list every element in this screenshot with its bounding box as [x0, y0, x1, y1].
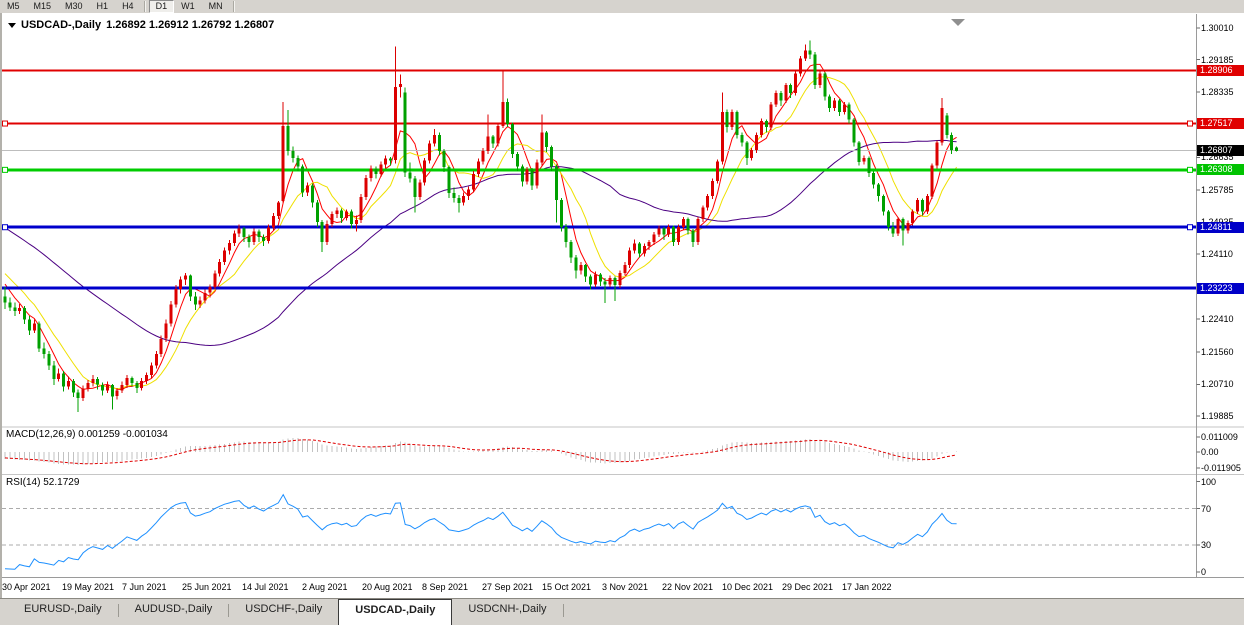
toolbar-separator [144, 1, 146, 12]
price-tick-label: 30 [1201, 540, 1211, 550]
line-handle [3, 121, 8, 126]
date-label: 10 Dec 2021 [722, 582, 773, 592]
chart-shift-marker-icon[interactable] [951, 19, 965, 26]
timeframe-button-mn[interactable]: MN [202, 1, 230, 13]
timeframe-button-m30[interactable]: M30 [58, 1, 90, 13]
date-label: 3 Nov 2021 [602, 582, 648, 592]
date-label: 15 Oct 2021 [542, 582, 591, 592]
price-tick-label: 1.28335 [1201, 87, 1234, 97]
price-tick-label: 0.00 [1201, 447, 1219, 457]
price-badge-1.26308: 1.26308 [1197, 164, 1244, 175]
price-tick-label: 100 [1201, 477, 1216, 487]
timeframe-button-m15[interactable]: M15 [27, 1, 59, 13]
chart-symbol-label: USDCAD-,Daily [21, 19, 101, 31]
price-chart-canvas[interactable] [0, 13, 1244, 598]
price-tick-label: 1.20710 [1201, 379, 1234, 389]
tab-eurusd[interactable]: EURUSD-,Daily [8, 599, 118, 622]
date-label: 17 Jan 2022 [842, 582, 892, 592]
price-tick-label: 1.21560 [1201, 347, 1234, 357]
tab-usdcnh[interactable]: USDCNH-,Daily [452, 599, 562, 622]
chart-ohlc-values: 1.26892 1.26912 1.26792 1.26807 [106, 19, 274, 31]
price-badge-1.26807: 1.26807 [1197, 145, 1244, 156]
price-badge-1.27517: 1.27517 [1197, 118, 1244, 129]
timeframe-button-h4[interactable]: H4 [115, 1, 141, 13]
price-tick-label: -0.011905 [1201, 463, 1241, 473]
date-label: 20 Aug 2021 [362, 582, 413, 592]
rsi-indicator-label: RSI(14) 52.1729 [6, 477, 79, 488]
line-handle [1188, 121, 1193, 126]
price-tick-label: 70 [1201, 504, 1211, 514]
price-badge-1.23223: 1.23223 [1197, 283, 1244, 294]
timeframe-button-d1[interactable]: D1 [149, 0, 175, 13]
date-label: 19 May 2021 [62, 582, 114, 592]
chart-tab-bar: EURUSD-,DailyAUDUSD-,DailyUSDCHF-,DailyU… [0, 598, 1244, 625]
mt4-terminal: M5M15M30H1H4 D1W1MN USDCAD-,Daily 1.26892… [0, 0, 1244, 625]
price-tick-label: 1.24110 [1201, 249, 1233, 259]
date-label: 7 Jun 2021 [122, 582, 167, 592]
macd-histogram [5, 438, 957, 465]
price-tick-label: 0 [1201, 567, 1206, 577]
line-handle [3, 167, 8, 172]
price-tick-label: 1.19885 [1201, 411, 1234, 421]
date-label: 22 Nov 2021 [662, 582, 713, 592]
price-tick-label: 1.30010 [1201, 23, 1234, 33]
date-label: 8 Sep 2021 [422, 582, 468, 592]
date-label: 29 Dec 2021 [782, 582, 833, 592]
tab-audusd[interactable]: AUDUSD-,Daily [119, 599, 229, 622]
timeframe-button-w1[interactable]: W1 [174, 1, 202, 13]
line-handle [1188, 225, 1193, 230]
macd-indicator-label: MACD(12,26,9) 0.001259 -0.001034 [6, 429, 168, 440]
timeframe-button-m5[interactable]: M5 [0, 1, 27, 13]
price-badge-1.28906: 1.28906 [1197, 65, 1244, 76]
tab-usdcad[interactable]: USDCAD-,Daily [338, 599, 452, 625]
date-label: 30 Apr 2021 [2, 582, 51, 592]
price-tick-label: 1.25785 [1201, 185, 1234, 195]
line-handle [1188, 167, 1193, 172]
date-label: 14 Jul 2021 [242, 582, 289, 592]
line-handle [3, 225, 8, 230]
price-badge-1.24811: 1.24811 [1197, 222, 1244, 233]
macd-signal-line [5, 440, 957, 464]
timeframe-button-h1[interactable]: H1 [90, 1, 116, 13]
date-label: 2 Aug 2021 [302, 582, 348, 592]
tab-usdchf[interactable]: USDCHF-,Daily [229, 599, 338, 622]
timeframe-toolbar: M5M15M30H1H4 D1W1MN [0, 0, 1244, 14]
tab-separator [563, 604, 564, 617]
rsi-line [5, 495, 957, 570]
price-tick-label: 0.011009 [1201, 432, 1238, 442]
date-label: 27 Sep 2021 [482, 582, 533, 592]
price-tick-label: 1.22410 [1201, 314, 1234, 324]
toolbar-separator [233, 1, 235, 12]
date-label: 25 Jun 2021 [182, 582, 232, 592]
price-tick-label: 1.29185 [1201, 55, 1234, 65]
chevron-down-icon[interactable] [8, 23, 16, 28]
chart-title: USDCAD-,Daily 1.26892 1.26912 1.26792 1.… [8, 19, 274, 31]
